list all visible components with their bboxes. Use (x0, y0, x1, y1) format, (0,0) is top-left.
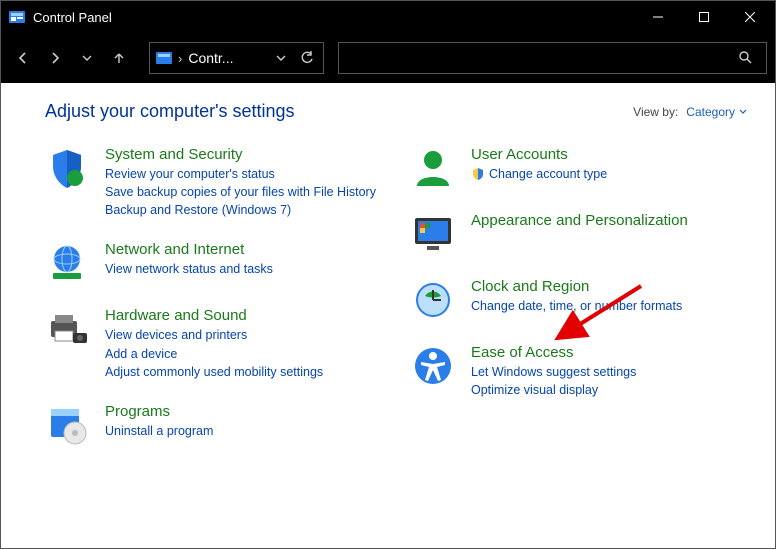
cat-user-accounts: User Accounts Change account type (411, 146, 747, 190)
cat-link[interactable]: Uninstall a program (105, 422, 213, 440)
cat-link[interactable]: View devices and printers (105, 326, 323, 344)
cat-link[interactable]: Change account type (471, 165, 607, 183)
cat-hardware: Hardware and Sound View devices and prin… (45, 307, 381, 380)
cat-clock-region: Clock and Region Change date, time, or n… (411, 278, 747, 322)
breadcrumb-text[interactable]: Contr... (188, 50, 265, 66)
refresh-button[interactable] (297, 51, 317, 65)
window-controls (635, 1, 773, 33)
cat-network: Network and Internet View network status… (45, 241, 381, 285)
close-button[interactable] (727, 1, 773, 33)
navbar: › Contr... (1, 33, 775, 83)
cat-ease-of-access: Ease of Access Let Windows suggest setti… (411, 344, 747, 399)
shield-icon[interactable] (45, 146, 89, 190)
accessibility-icon[interactable] (411, 344, 455, 388)
view-by: View by: Category (633, 105, 747, 119)
view-by-dropdown[interactable]: Category (686, 105, 747, 119)
breadcrumb-dropdown[interactable] (271, 53, 291, 63)
cat-link[interactable]: Let Windows suggest settings (471, 363, 636, 381)
globe-icon[interactable] (45, 241, 89, 285)
cat-link[interactable]: Adjust commonly used mobility settings (105, 363, 323, 381)
category-columns: System and Security Review your computer… (45, 146, 747, 447)
cat-link[interactable]: Add a device (105, 345, 323, 363)
cat-system-security: System and Security Review your computer… (45, 146, 381, 219)
cat-link[interactable]: Change date, time, or number formats (471, 297, 682, 315)
view-by-value: Category (686, 105, 735, 119)
address-bar[interactable]: › Contr... (149, 42, 324, 74)
cat-title[interactable]: Programs (105, 403, 213, 420)
content-area: Adjust your computer's settings View by:… (1, 83, 775, 548)
cat-link[interactable]: Review your computer's status (105, 165, 376, 183)
cat-title[interactable]: Appearance and Personalization (471, 212, 688, 229)
printer-icon[interactable] (45, 307, 89, 351)
cat-title[interactable]: User Accounts (471, 146, 607, 163)
cat-link[interactable]: Save backup copies of your files with Fi… (105, 183, 376, 201)
cat-programs: Programs Uninstall a program (45, 403, 381, 447)
window-title: Control Panel (33, 10, 635, 25)
forward-button[interactable] (41, 44, 69, 72)
recent-dropdown[interactable] (73, 44, 101, 72)
page-title: Adjust your computer's settings (45, 101, 295, 122)
chevron-down-icon (739, 108, 747, 116)
breadcrumb-icon (156, 50, 172, 66)
left-column: System and Security Review your computer… (45, 146, 381, 447)
content-header: Adjust your computer's settings View by:… (45, 101, 747, 122)
search-box[interactable] (338, 42, 767, 74)
clock-icon[interactable] (411, 278, 455, 322)
titlebar: Control Panel (1, 1, 775, 33)
programs-icon[interactable] (45, 403, 89, 447)
right-column: User Accounts Change account type Appear… (411, 146, 747, 447)
cat-title[interactable]: Ease of Access (471, 344, 636, 361)
back-button[interactable] (9, 44, 37, 72)
cat-title[interactable]: Clock and Region (471, 278, 682, 295)
cat-link[interactable]: View network status and tasks (105, 260, 273, 278)
cat-title[interactable]: System and Security (105, 146, 376, 163)
cat-title[interactable]: Hardware and Sound (105, 307, 323, 324)
window: Control Panel › Contr... Adjust your com… (0, 0, 776, 549)
maximize-button[interactable] (681, 1, 727, 33)
monitor-icon[interactable] (411, 212, 455, 256)
search-icon (738, 50, 752, 67)
cat-link[interactable]: Optimize visual display (471, 381, 636, 399)
shield-badge-icon (471, 167, 485, 181)
cat-appearance: Appearance and Personalization (411, 212, 747, 256)
minimize-button[interactable] (635, 1, 681, 33)
user-icon[interactable] (411, 146, 455, 190)
breadcrumb-sep: › (178, 51, 182, 66)
up-button[interactable] (105, 44, 133, 72)
cat-link[interactable]: Backup and Restore (Windows 7) (105, 201, 376, 219)
view-by-label: View by: (633, 105, 678, 119)
control-panel-icon (9, 9, 25, 25)
link-text: Change account type (489, 165, 607, 183)
cat-title[interactable]: Network and Internet (105, 241, 273, 258)
